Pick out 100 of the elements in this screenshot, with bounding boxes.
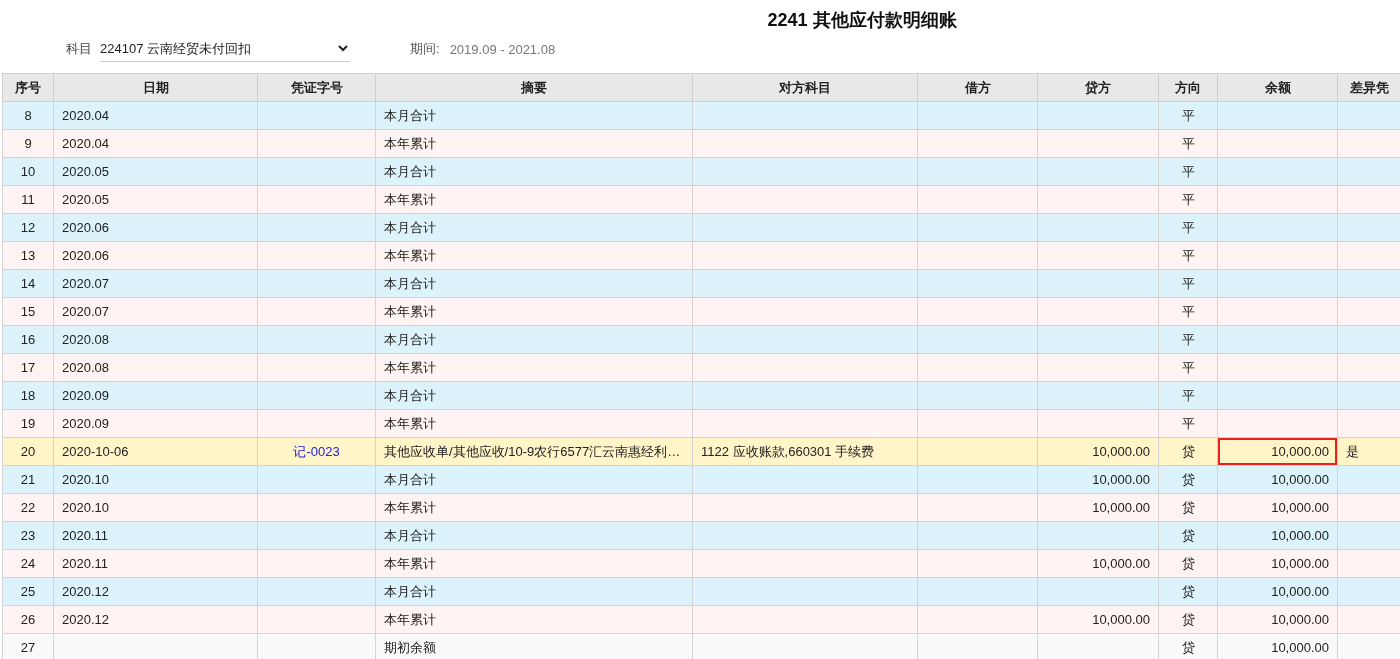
table-cell: 13 — [2, 241, 54, 270]
table-cell: 2020.10 — [53, 493, 258, 522]
table-cell: 9 — [2, 129, 54, 158]
table-cell: 贷 — [1158, 549, 1218, 578]
page-title: 2241 其他应付款明细账 — [767, 9, 957, 32]
subject-label: 科目 — [66, 40, 92, 58]
table-cell: 2020-10-06 — [53, 437, 258, 466]
table-cell: 平 — [1158, 241, 1218, 270]
column-header: 差异凭 — [1337, 73, 1400, 102]
column-header: 贷方 — [1037, 73, 1159, 102]
table-cell: 平 — [1158, 269, 1218, 298]
table-cell: 11 — [2, 185, 54, 214]
column-header: 方向 — [1158, 73, 1218, 102]
period-label: 期间: — [410, 40, 440, 58]
table-cell: 10,000.00 — [1037, 493, 1159, 522]
table-cell: 17 — [2, 353, 54, 382]
table-cell: 10,000.00 — [1217, 605, 1338, 634]
table-cell: 14 — [2, 269, 54, 298]
table-cell: 2020.04 — [53, 101, 258, 130]
table-cell: 10,000.00 — [1217, 577, 1338, 606]
table-cell: 25 — [2, 577, 54, 606]
table-cell: 本年累计 — [375, 297, 693, 326]
table-cell: 贷 — [1158, 437, 1218, 466]
table-cell: 2020.06 — [53, 213, 258, 242]
table-cell: 2020.08 — [53, 325, 258, 354]
column-header: 对方科目 — [692, 73, 918, 102]
column-header: 摘要 — [375, 73, 693, 102]
table-cell: 本月合计 — [375, 381, 693, 410]
table-cell: 本年累计 — [375, 353, 693, 382]
table-cell: 本年累计 — [375, 605, 693, 634]
table-cell: 平 — [1158, 409, 1218, 438]
table-cell: 平 — [1158, 213, 1218, 242]
table-cell: 2020.09 — [53, 381, 258, 410]
table-cell: 本月合计 — [375, 101, 693, 130]
table-cell: 10,000.00 — [1217, 549, 1338, 578]
table-cell: 18 — [2, 381, 54, 410]
table-cell: 10 — [2, 157, 54, 186]
table-cell: 10,000.00 — [1037, 605, 1159, 634]
table-cell: 本月合计 — [375, 157, 693, 186]
table-cell: 平 — [1158, 129, 1218, 158]
table-cell: 12 — [2, 213, 54, 242]
table-cell: 10,000.00 — [1037, 437, 1159, 466]
table-cell: 本年累计 — [375, 185, 693, 214]
table-cell: 贷 — [1158, 521, 1218, 550]
table-cell: 10,000.00 — [1217, 465, 1338, 494]
table-cell: 贷 — [1158, 577, 1218, 606]
table-cell: 本月合计 — [375, 213, 693, 242]
table-cell: 19 — [2, 409, 54, 438]
table-cell: 平 — [1158, 325, 1218, 354]
table-cell: 贷 — [1158, 605, 1218, 634]
table-cell: 本年累计 — [375, 549, 693, 578]
table-cell: 16 — [2, 325, 54, 354]
table-cell: 27 — [2, 633, 54, 659]
table-cell: 2020.04 — [53, 129, 258, 158]
table-cell: 10,000.00 — [1037, 465, 1159, 494]
table-cell: 10,000.00 — [1217, 493, 1338, 522]
table-cell: 平 — [1158, 381, 1218, 410]
table-cell: 26 — [2, 605, 54, 634]
table-cell: 贷 — [1158, 465, 1218, 494]
table-cell: 10,000.00 — [1217, 521, 1338, 550]
table-cell: 平 — [1158, 297, 1218, 326]
chevron-down-icon — [338, 45, 348, 52]
column-header: 借方 — [917, 73, 1038, 102]
table-cell: 2020.05 — [53, 185, 258, 214]
column-header: 凭证字号 — [257, 73, 376, 102]
table-cell: 本年累计 — [375, 493, 693, 522]
column-header: 余额 — [1217, 73, 1338, 102]
table-cell: 平 — [1158, 101, 1218, 130]
table-cell: 本月合计 — [375, 521, 693, 550]
table-cell: 10,000.00 — [1217, 437, 1338, 466]
table-cell: 22 — [2, 493, 54, 522]
table-cell: 平 — [1158, 185, 1218, 214]
table-cell: 2020.06 — [53, 241, 258, 270]
table-cell: 2020.11 — [53, 549, 258, 578]
table-cell: 本月合计 — [375, 325, 693, 354]
table-cell: 本月合计 — [375, 269, 693, 298]
table-cell: 2020.08 — [53, 353, 258, 382]
table-cell: 1122 应收账款,660301 手续费 — [692, 437, 918, 466]
table-cell: 2020.11 — [53, 521, 258, 550]
table-cell: 24 — [2, 549, 54, 578]
table-cell: 15 — [2, 297, 54, 326]
table-cell: 其他应收单/其他应收/10-9农行6577汇云南惠经利… — [375, 437, 693, 466]
table-cell: 2020.05 — [53, 157, 258, 186]
column-header: 日期 — [53, 73, 258, 102]
table-cell: 21 — [2, 465, 54, 494]
subject-select[interactable]: 224107 云南经贸未付回扣 — [100, 36, 350, 62]
table-cell: 2020.07 — [53, 269, 258, 298]
table-cell: 2020.12 — [53, 605, 258, 634]
table-cell: 2020.09 — [53, 409, 258, 438]
table-cell: 20 — [2, 437, 54, 466]
column-header: 序号 — [2, 73, 54, 102]
table-cell: 2020.10 — [53, 465, 258, 494]
table-cell: 2020.12 — [53, 577, 258, 606]
period-value: 2019.09 - 2021.08 — [449, 41, 556, 57]
table-cell: 本年累计 — [375, 241, 693, 270]
table-cell: 平 — [1158, 353, 1218, 382]
table-cell: 本年累计 — [375, 129, 693, 158]
table-cell: 贷 — [1158, 493, 1218, 522]
table-cell: 23 — [2, 521, 54, 550]
table-cell: 10,000.00 — [1037, 549, 1159, 578]
